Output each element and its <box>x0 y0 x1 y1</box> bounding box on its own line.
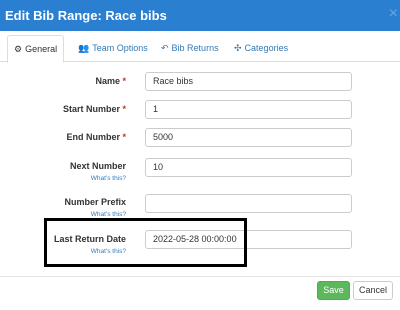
footer-divider <box>0 276 400 277</box>
name-label: Name * <box>95 76 126 86</box>
tab-label: Team Options <box>92 43 148 53</box>
number-prefix-label: Number Prefix <box>64 197 126 207</box>
tab-team-options[interactable]: 👥 Team Options <box>72 35 154 61</box>
next-number-label: Next Number <box>69 161 126 171</box>
gears-icon: ⚙ <box>14 44 23 54</box>
tab-bar: ⚙ General 👥 Team Options ↶ Bib Returns ✣ Cat… <box>0 31 400 63</box>
undo-icon: ↶ <box>161 43 169 53</box>
sitemap-icon: ✣ <box>234 43 242 53</box>
start-number-input[interactable]: 1 <box>145 100 352 119</box>
number-prefix-help-link[interactable]: What's this? <box>91 211 126 218</box>
users-icon: 👥 <box>78 43 90 53</box>
next-number-input[interactable]: 10 <box>145 158 352 177</box>
dialog-header: Edit Bib Range: Race bibs × <box>0 0 400 31</box>
next-number-help-link[interactable]: What's this? <box>91 175 126 182</box>
dialog-title: Edit Bib Range: Race bibs <box>5 8 167 23</box>
save-button[interactable]: Save <box>317 281 350 300</box>
tab-general[interactable]: ⚙ General <box>7 35 65 63</box>
tab-label: Bib Returns <box>171 43 219 53</box>
required-mark: * <box>122 76 126 86</box>
close-icon[interactable]: × <box>389 6 398 22</box>
tab-label: General <box>25 44 58 54</box>
required-mark: * <box>122 132 126 142</box>
name-input[interactable]: Race bibs <box>145 72 352 91</box>
tab-categories[interactable]: ✣ Categories <box>228 35 294 61</box>
highlight-box <box>44 218 247 267</box>
number-prefix-input[interactable] <box>145 194 352 213</box>
end-number-label: End Number * <box>66 132 126 142</box>
cancel-button[interactable]: Cancel <box>353 281 393 300</box>
tab-label: Categories <box>244 43 289 53</box>
tab-bib-returns[interactable]: ↶ Bib Returns <box>155 35 225 61</box>
end-number-input[interactable]: 5000 <box>145 128 352 147</box>
start-number-label: Start Number * <box>62 104 126 114</box>
required-mark: * <box>122 104 126 114</box>
